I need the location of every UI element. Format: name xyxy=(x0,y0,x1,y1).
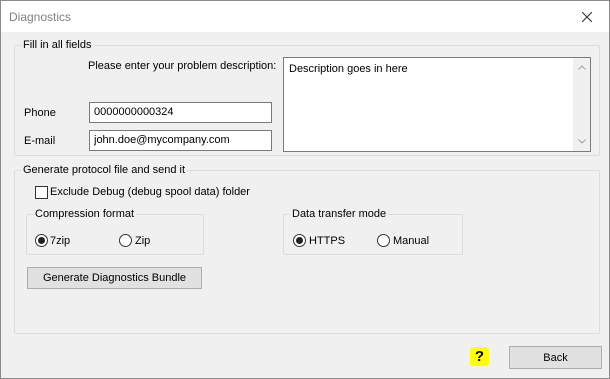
fill-fields-legend: Fill in all fields xyxy=(23,39,92,51)
radio-zip[interactable] xyxy=(119,234,132,247)
close-icon[interactable] xyxy=(582,11,592,22)
radio-7zip[interactable] xyxy=(35,234,48,247)
description-text: Description goes in here xyxy=(289,63,408,75)
help-icon[interactable]: ? xyxy=(475,348,484,365)
exclude-debug-checkbox[interactable] xyxy=(35,186,48,199)
email-label: E-mail xyxy=(24,135,56,147)
back-button[interactable]: Back xyxy=(509,346,602,369)
description-textarea[interactable]: Description goes in here xyxy=(283,57,591,152)
radio-https-label[interactable]: HTTPS xyxy=(309,235,345,247)
exclude-debug-label[interactable]: Exclude Debug (debug spool data) folder xyxy=(50,186,250,198)
radio-manual-label[interactable]: Manual xyxy=(393,235,429,247)
radio-https[interactable] xyxy=(293,234,306,247)
close-button[interactable] xyxy=(565,1,609,32)
phone-label: Phone xyxy=(24,107,56,119)
radio-zip-label[interactable]: Zip xyxy=(135,235,150,247)
chevron-down-icon xyxy=(577,139,586,144)
window-title: Diagnostics xyxy=(9,10,72,24)
help-button[interactable]: ? xyxy=(470,347,489,366)
phone-input[interactable] xyxy=(94,105,264,119)
phone-field xyxy=(89,102,272,123)
scroll-down-button[interactable] xyxy=(573,133,590,150)
generate-bundle-button[interactable]: Generate Diagnostics Bundle xyxy=(27,267,202,289)
compression-legend: Compression format xyxy=(35,208,135,220)
transfer-group: Data transfer mode xyxy=(283,208,463,255)
compression-group: Compression format xyxy=(26,208,204,255)
radio-7zip-label[interactable]: 7zip xyxy=(50,235,70,247)
email-input[interactable] xyxy=(94,133,264,147)
radio-manual[interactable] xyxy=(377,234,390,247)
description-label: Please enter your problem description: xyxy=(88,60,277,72)
diagnostics-window: Diagnostics Fill in all fields Please en… xyxy=(0,0,610,379)
scroll-up-button[interactable] xyxy=(573,59,590,76)
email-field xyxy=(89,130,272,151)
protocol-legend: Generate protocol file and send it xyxy=(23,164,186,176)
title-bar: Diagnostics xyxy=(1,1,609,32)
description-scrollbar[interactable] xyxy=(573,58,590,151)
chevron-up-icon xyxy=(577,65,586,70)
transfer-legend: Data transfer mode xyxy=(292,208,387,220)
